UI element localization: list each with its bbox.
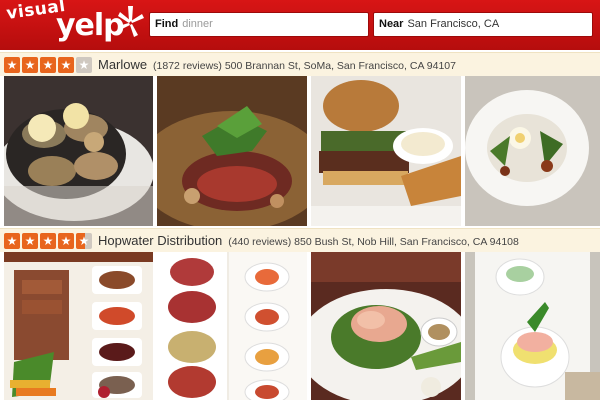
find-input[interactable]: Find dinner <box>149 12 369 37</box>
star-rating: ★ ★ ★ ★ ★ <box>4 233 92 249</box>
charcuterie-image <box>4 252 153 400</box>
steak-image <box>157 76 307 226</box>
photo-salad-bowl[interactable] <box>465 76 600 226</box>
crab-salad-image <box>311 252 461 400</box>
burger-image <box>311 76 461 226</box>
find-label: Find <box>155 18 179 30</box>
photo-oysters[interactable] <box>4 76 153 226</box>
business-name[interactable]: Hopwater Distribution <box>98 233 222 248</box>
shrimp-egg-image <box>465 252 600 400</box>
photo-crab-salad[interactable] <box>311 252 461 400</box>
star-icon: ★ <box>22 233 38 249</box>
find-placeholder: dinner <box>182 18 213 30</box>
star-icon: ★ <box>40 233 56 249</box>
near-input[interactable]: Near San Francisco, CA <box>373 12 593 37</box>
deviled-eggs-image <box>157 252 307 400</box>
yelp-burst-icon <box>118 6 144 37</box>
star-icon: ★ <box>4 233 20 249</box>
review-count: (1872 reviews) <box>153 60 222 72</box>
listing-details: Hopwater Distribution (440 reviews) 850 … <box>98 233 519 250</box>
photo-steak[interactable] <box>157 76 307 226</box>
star-icon: ★ <box>58 233 74 249</box>
photo-burger[interactable] <box>311 76 461 226</box>
near-label: Near <box>379 18 404 30</box>
business-address: 500 Brannan St, SoMa, San Francisco, CA … <box>224 60 456 72</box>
business-name[interactable]: Marlowe <box>98 57 147 72</box>
oysters-image <box>4 76 153 226</box>
star-icon: ★ <box>4 57 20 73</box>
star-icon: ★ <box>58 57 74 73</box>
star-empty-icon: ★ <box>76 57 92 73</box>
star-icon: ★ <box>40 57 56 73</box>
star-rating: ★ ★ ★ ★ ★ <box>4 57 92 73</box>
listing-marlowe[interactable]: ★ ★ ★ ★ ★ Marlowe (1872 reviews) 500 Bra… <box>0 52 600 226</box>
listing-info-bar: ★ ★ ★ ★ ★ Hopwater Distribution (440 rev… <box>0 228 600 252</box>
photo-strip <box>0 252 600 400</box>
photo-strip <box>0 76 600 226</box>
near-value: San Francisco, CA <box>407 18 500 30</box>
app-header: visual yelp Find dinner Near San Francisco… <box>0 0 600 50</box>
business-address: 850 Bush St, Nob Hill, San Francisco, CA… <box>294 236 519 248</box>
salad-bowl-image <box>465 76 600 226</box>
listing-hopwater-distribution[interactable]: ★ ★ ★ ★ ★ Hopwater Distribution (440 rev… <box>0 228 600 400</box>
photo-charcuterie[interactable] <box>4 252 153 400</box>
star-half-icon: ★ <box>76 233 92 249</box>
review-count: (440 reviews) <box>228 236 292 248</box>
listing-info-bar: ★ ★ ★ ★ ★ Marlowe (1872 reviews) 500 Bra… <box>0 52 600 76</box>
star-icon: ★ <box>22 57 38 73</box>
visual-yelp-logo[interactable]: visual yelp <box>5 0 146 48</box>
listing-details: Marlowe (1872 reviews) 500 Brannan St, S… <box>98 57 456 74</box>
photo-deviled-eggs[interactable] <box>157 252 307 400</box>
photo-shrimp-egg[interactable] <box>465 252 600 400</box>
